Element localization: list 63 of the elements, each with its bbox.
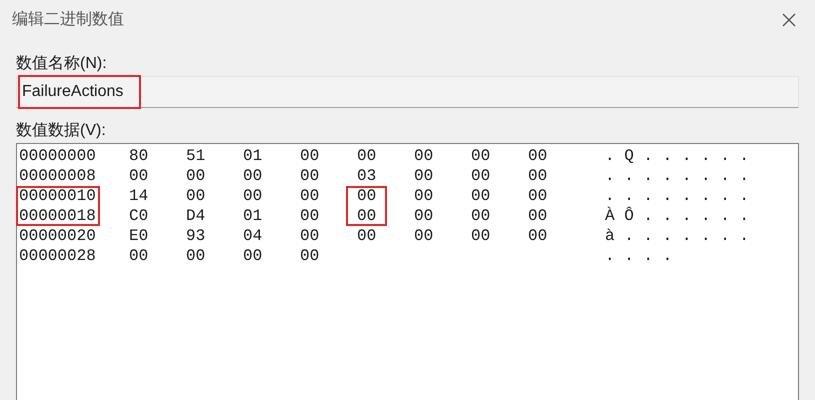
ascii-text: à . . . . . . . bbox=[605, 226, 750, 247]
hex-byte: 00 bbox=[299, 166, 320, 186]
hex-byte: 00 bbox=[299, 226, 320, 246]
window-title: 编辑二进制数值 bbox=[12, 10, 124, 30]
hex-byte: 00 bbox=[346, 206, 388, 226]
close-icon bbox=[782, 13, 796, 27]
hex-byte: 00 bbox=[470, 226, 492, 246]
hex-byte: 01 bbox=[242, 206, 264, 226]
offset-text: 00000000 bbox=[18, 146, 97, 166]
hex-byte: 00 bbox=[527, 166, 548, 186]
hex-byte: 00 bbox=[527, 206, 548, 226]
ascii-text: . . . . . . . . bbox=[605, 186, 750, 206]
offset-text: 00000008 bbox=[18, 166, 97, 186]
hex-data-field[interactable] bbox=[16, 143, 799, 400]
hex-byte: 03 bbox=[356, 166, 378, 186]
offset-text: 00000018 bbox=[16, 206, 100, 226]
hex-byte: 00 bbox=[299, 246, 320, 266]
hex-byte: 00 bbox=[413, 206, 434, 226]
hex-byte: 00 bbox=[356, 226, 378, 246]
hex-byte: 14 bbox=[128, 186, 150, 206]
hex-byte: E0 bbox=[128, 226, 150, 246]
hex-byte: 00 bbox=[185, 186, 206, 206]
hex-byte: 00 bbox=[242, 166, 264, 186]
hex-byte: 00 bbox=[356, 146, 378, 166]
ascii-text: . . . . bbox=[605, 246, 672, 267]
hex-byte: 00 bbox=[128, 246, 150, 266]
ascii-text: . . . . . . . . bbox=[605, 166, 750, 187]
ascii-text: . Q . . . . . . bbox=[605, 146, 750, 167]
value-name-text: FailureActions bbox=[18, 75, 142, 109]
hex-byte: 00 bbox=[470, 166, 492, 186]
hex-byte: 00 bbox=[470, 146, 492, 166]
hex-byte: 00 bbox=[299, 186, 320, 206]
field-label: 数值数据(V): bbox=[16, 121, 107, 141]
hex-byte: 51 bbox=[185, 146, 206, 166]
hex-byte: 93 bbox=[185, 226, 206, 246]
ascii-text: À Ô . . . . . . bbox=[605, 206, 750, 227]
hex-byte: 00 bbox=[413, 186, 434, 206]
hex-byte: 00 bbox=[527, 146, 548, 166]
hex-byte: 00 bbox=[527, 226, 548, 246]
hex-byte: 00 bbox=[299, 206, 320, 226]
offset-text: 00000010 bbox=[16, 186, 100, 206]
hex-byte: 00 bbox=[128, 166, 150, 186]
hex-byte: 00 bbox=[185, 166, 206, 186]
hex-byte: D4 bbox=[185, 206, 206, 226]
hex-byte: 00 bbox=[413, 226, 434, 246]
hex-byte: 00 bbox=[185, 246, 206, 266]
hex-byte: 00 bbox=[242, 186, 264, 206]
value-name-field[interactable]: FailureActions bbox=[16, 76, 799, 108]
hex-byte: 00 bbox=[299, 146, 320, 166]
offset-text: 00000020 bbox=[18, 226, 97, 246]
hex-byte: 00 bbox=[470, 206, 492, 226]
hex-byte: 01 bbox=[242, 146, 264, 166]
hex-byte: 04 bbox=[242, 226, 264, 246]
hex-byte: C0 bbox=[128, 206, 150, 226]
hex-byte: 00 bbox=[346, 186, 388, 206]
hex-byte: 00 bbox=[413, 166, 434, 186]
hex-byte: 00 bbox=[242, 246, 264, 266]
field-label: 数值名称(N): bbox=[16, 54, 108, 74]
hex-byte: 00 bbox=[413, 146, 434, 166]
hex-byte: 00 bbox=[470, 186, 492, 206]
offset-text: 00000028 bbox=[18, 246, 97, 266]
hex-byte: 00 bbox=[527, 186, 548, 206]
hex-byte: 80 bbox=[128, 146, 150, 166]
